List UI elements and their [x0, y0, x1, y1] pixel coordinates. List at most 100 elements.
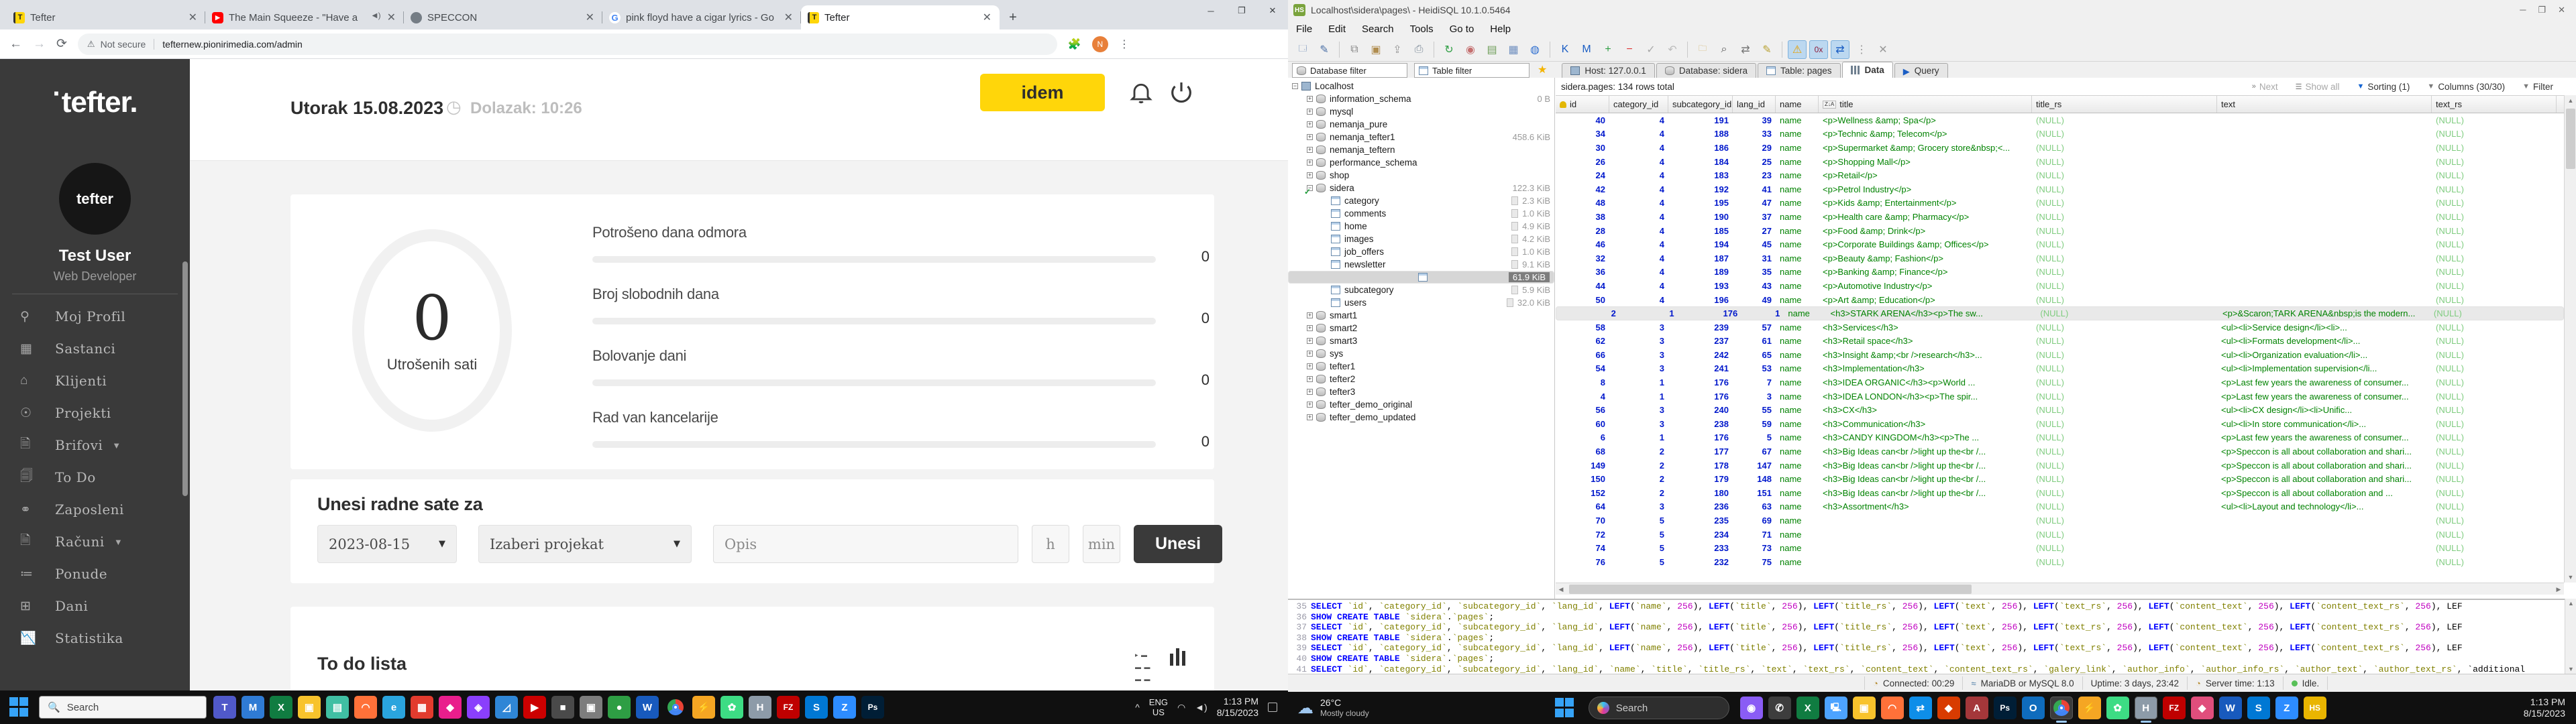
cell-name[interactable]: name: [1776, 113, 1819, 127]
cell-name[interactable]: name: [1776, 389, 1819, 404]
cell-text[interactable]: [2217, 265, 2432, 280]
cell-name[interactable]: name: [1776, 320, 1819, 335]
cell-lang_id[interactable]: 45: [1733, 237, 1776, 251]
cell-text[interactable]: [2217, 279, 2432, 293]
app-bolt-icon[interactable]: ⚡: [2078, 697, 2101, 719]
cell-title[interactable]: <p>Banking &amp; Finance</p>: [1819, 265, 2032, 280]
table-row[interactable]: 34 4 188 33 name <p>Technic &amp; Telecom</p>…: [1556, 127, 2564, 141]
column-header-name[interactable]: name: [1776, 96, 1819, 113]
cell-name[interactable]: name: [1776, 403, 1819, 417]
table-row[interactable]: 149 2 178 147 name <h3>Big Ideas can<br />lig…: [1556, 459, 2564, 473]
cell-title_rs[interactable]: (NULL): [2032, 500, 2217, 514]
column-header-subcategory_id[interactable]: subcategory_id: [1668, 96, 1733, 113]
cell-text[interactable]: <ul><li>Service design</li><li>...: [2217, 320, 2432, 335]
cell-name[interactable]: name: [1776, 500, 1819, 514]
app-zoom-icon[interactable]: Z: [2275, 697, 2298, 719]
table-row[interactable]: 2 1 176 1 name <h3>STARK ARENA</h3><p>The sw.…: [1556, 306, 2564, 320]
cell-title[interactable]: <h3>Big Ideas can<br />light up the<br /…: [1819, 486, 2032, 500]
table-row[interactable]: 48 4 195 47 name <p>Kids &amp; Entertainment<…: [1556, 196, 2564, 210]
cell-title_rs[interactable]: (NULL): [2032, 486, 2217, 500]
table-row[interactable]: 6 1 176 5 name <h3>CANDY KINGDOM</h3><p>The .…: [1556, 431, 2564, 445]
cell-title[interactable]: <p>Beauty &amp; Fashion</p>: [1819, 251, 2032, 265]
cell-category_id[interactable]: 4: [1609, 237, 1668, 251]
cell-title[interactable]: [1819, 541, 2032, 555]
cell-subcategory_id[interactable]: 235: [1668, 514, 1733, 528]
address-bar[interactable]: ⚠ Not secure tefternew.pionirimedia.com/…: [77, 33, 1057, 55]
cell-name[interactable]: name: [1776, 514, 1819, 528]
sidebar-item-projekti[interactable]: ☉ Projekti: [0, 397, 190, 429]
app-ps-icon[interactable]: Ps: [861, 696, 884, 719]
cell-text_rs[interactable]: (NULL): [2432, 500, 2557, 514]
table-filter-input[interactable]: Table filter: [1414, 63, 1529, 78]
toolbar-post-changes[interactable]: ✓: [1642, 40, 1660, 59]
cell-lang_id[interactable]: 3: [1733, 389, 1776, 404]
cell-id[interactable]: 62: [1556, 335, 1609, 349]
app-word-icon[interactable]: W: [636, 696, 659, 719]
cell-text[interactable]: [2217, 528, 2432, 542]
cell-text_rs[interactable]: (NULL): [2432, 348, 2557, 362]
app-filezilla-icon[interactable]: FZ: [777, 696, 800, 719]
cell-category_id[interactable]: 3: [1609, 320, 1668, 335]
minutes-input[interactable]: min: [1083, 525, 1120, 563]
cell-text[interactable]: [2217, 541, 2432, 555]
expand-icon[interactable]: +: [1307, 376, 1313, 382]
cell-id[interactable]: 6: [1556, 431, 1609, 445]
cell-text_rs[interactable]: (NULL): [2432, 251, 2557, 265]
cell-subcategory_id[interactable]: 176: [1668, 389, 1733, 404]
cell-title[interactable]: <p>Shopping Mall</p>: [1819, 155, 2032, 169]
table-row[interactable]: 68 2 177 67 name <h3>Big Ideas can<br />light…: [1556, 444, 2564, 459]
cell-name[interactable]: name: [1776, 541, 1819, 555]
toolbar-save[interactable]: ▦: [1504, 40, 1523, 59]
tree-node-subcategory[interactable]: subcategory 5.9 KiB: [1288, 284, 1554, 296]
cell-subcategory_id[interactable]: 240: [1668, 403, 1733, 417]
cell-title[interactable]: <h3>Services</h3>: [1819, 320, 2032, 335]
app-explorer-icon[interactable]: ▣: [1852, 697, 1876, 719]
cell-id[interactable]: 34: [1556, 127, 1609, 141]
cell-text[interactable]: <p>&Scaron;TARK ARENA&nbsp;is the modern…: [2218, 307, 2430, 320]
tree-node-localhost[interactable]: − Localhost: [1288, 80, 1554, 93]
table-row[interactable]: 40 4 191 39 name <p>Wellness &amp; Spa</p> (NU…: [1556, 113, 2564, 127]
menu-go-to[interactable]: Go to: [1450, 23, 1474, 35]
app-explorer-icon[interactable]: ▣: [298, 696, 321, 719]
cell-text_rs[interactable]: (NULL): [2432, 293, 2557, 307]
cell-lang_id[interactable]: 59: [1733, 417, 1776, 431]
cell-name[interactable]: name: [1776, 182, 1819, 196]
toolbar-warning[interactable]: ⚠: [1788, 40, 1807, 59]
cell-text[interactable]: <ul><li>Organization evaluation</li>...: [2217, 348, 2432, 362]
table-row[interactable]: 76 5 232 75 name (NULL) (NULL): [1556, 555, 2564, 569]
tree-node-newsletter[interactable]: newsletter 9.1 KiB: [1288, 258, 1554, 271]
cell-title_rs[interactable]: (NULL): [2032, 237, 2217, 251]
cell-lang_id[interactable]: 35: [1733, 265, 1776, 280]
cell-text_rs[interactable]: (NULL): [2432, 320, 2557, 335]
cell-name[interactable]: name: [1776, 431, 1819, 445]
back-icon[interactable]: ←: [9, 37, 22, 52]
cell-name[interactable]: name: [1776, 210, 1819, 224]
cell-text_rs[interactable]: (NULL): [2432, 417, 2557, 431]
clock-date[interactable]: 1:13 PM 8/15/2023: [1217, 696, 1258, 719]
tab-table-pages[interactable]: Table: pages: [1757, 63, 1841, 78]
grid-control-show-all[interactable]: ☰ Show all: [2296, 82, 2340, 92]
cell-title[interactable]: <h3>Assortment</h3>: [1819, 500, 2032, 514]
cell-id[interactable]: 70: [1556, 514, 1609, 528]
cell-text_rs[interactable]: (NULL): [2432, 528, 2557, 542]
cell-subcategory_id[interactable]: 237: [1668, 335, 1733, 349]
cell-name[interactable]: name: [1776, 555, 1819, 569]
cell-title_rs[interactable]: (NULL): [2032, 431, 2217, 445]
cell-id[interactable]: 46: [1556, 237, 1609, 251]
cell-title_rs[interactable]: (NULL): [2032, 196, 2217, 210]
app-skype-icon[interactable]: S: [805, 696, 828, 719]
cell-lang_id[interactable]: 63: [1733, 500, 1776, 514]
cell-title_rs[interactable]: (NULL): [2032, 514, 2217, 528]
cell-title[interactable]: <h3>IDEA LONDON</h3><p>The spir...: [1819, 389, 2032, 404]
cell-name[interactable]: name: [1776, 141, 1819, 155]
grid-control-next[interactable]: » Next: [2252, 82, 2278, 92]
cell-id[interactable]: 72: [1556, 528, 1609, 542]
cell-name[interactable]: name: [1776, 251, 1819, 265]
column-header-category_id[interactable]: category_id: [1609, 96, 1668, 113]
toolbar-session-new[interactable]: 🗔: [1293, 40, 1312, 59]
cell-text_rs[interactable]: (NULL): [2432, 375, 2557, 389]
app-firefox-icon[interactable]: ◠: [354, 696, 377, 719]
cell-text[interactable]: [2217, 113, 2432, 127]
cell-text_rs[interactable]: (NULL): [2432, 541, 2557, 555]
cell-lang_id[interactable]: 69: [1733, 514, 1776, 528]
